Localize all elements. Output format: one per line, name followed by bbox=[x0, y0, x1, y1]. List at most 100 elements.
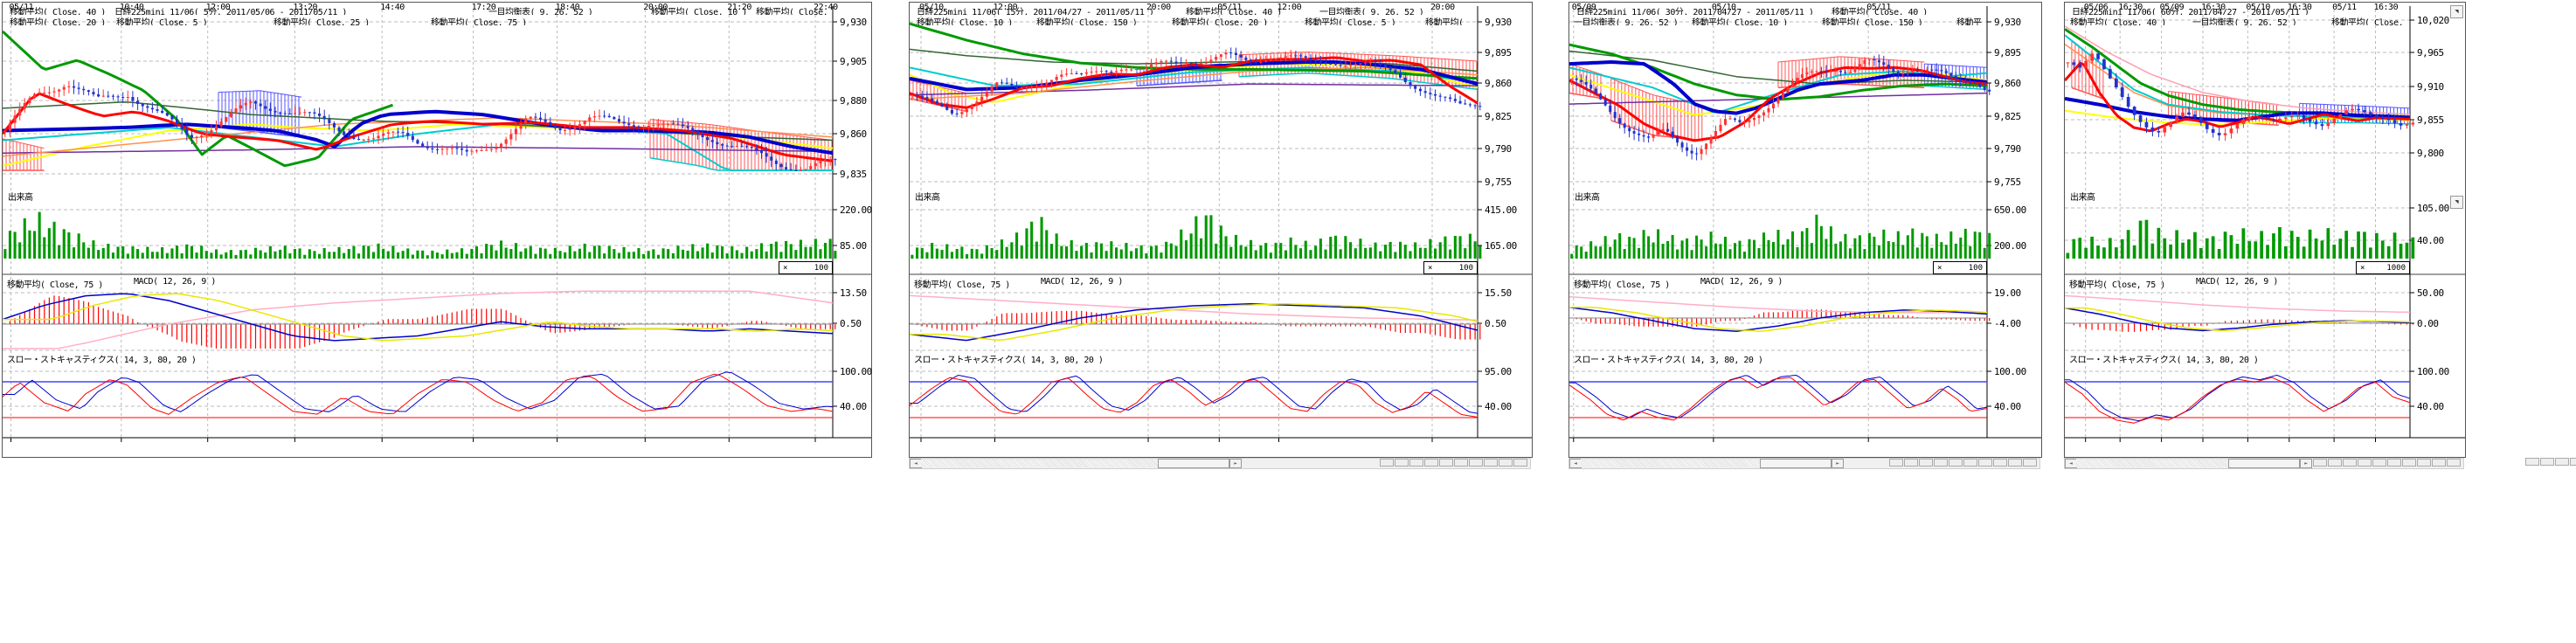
scrollbar-tile[interactable] bbox=[1484, 459, 1498, 467]
scrollbar-tile[interactable] bbox=[2387, 459, 2401, 467]
scrollbar-tile[interactable] bbox=[1889, 459, 1903, 467]
chart-plot-area[interactable] bbox=[1569, 3, 2041, 457]
scrollbar-tile[interactable] bbox=[1919, 459, 1933, 467]
scroll-left-button[interactable]: ◄ bbox=[2065, 459, 2077, 468]
volume-section-label: 出来高 bbox=[915, 190, 940, 203]
scrollbar-tile[interactable] bbox=[1934, 459, 1948, 467]
scrollbar-tile[interactable] bbox=[1978, 459, 1992, 467]
chart-legend-row: 移動平均( Close, 40 )一目均衡表( 9, 26, 52 )移動平均(… bbox=[2065, 15, 2406, 25]
scrollbar-tile[interactable] bbox=[2008, 459, 2022, 467]
time-axis-label: 12:00 bbox=[994, 3, 1018, 12]
scroll-right-button[interactable]: ► bbox=[2300, 459, 2312, 468]
scrollbar-tile[interactable] bbox=[2570, 458, 2576, 466]
volume-multiplier: ×100 bbox=[779, 261, 833, 274]
chart-corner-button[interactable]: ◥ bbox=[2450, 196, 2463, 209]
time-axis-label: 05/10 bbox=[1712, 3, 1736, 12]
volume-section-label: 出来高 bbox=[1575, 190, 1600, 203]
volume-axis-label: 200.00 bbox=[1994, 240, 2026, 252]
scrollbar-tile[interactable] bbox=[1904, 459, 1918, 467]
scrollbar-tile[interactable] bbox=[1963, 459, 1977, 467]
scrollbar-tile[interactable] bbox=[2343, 459, 2357, 467]
scrollbar-tiles[interactable] bbox=[2313, 459, 2462, 467]
scroll-left-button[interactable]: ◄ bbox=[910, 459, 922, 468]
chart-corner-button[interactable]: ◥ bbox=[2450, 5, 2463, 18]
volume-section-label: 出来高 bbox=[2070, 190, 2095, 203]
scrollbar-tiles-overflow[interactable] bbox=[2525, 458, 2576, 466]
price-axis-label: 10,020 bbox=[2417, 15, 2449, 26]
scrollbar-tile[interactable] bbox=[2432, 459, 2446, 467]
scrollbar-tile[interactable] bbox=[2023, 459, 2037, 467]
scrollbar-tile[interactable] bbox=[1454, 459, 1468, 467]
multiplier-value: 100 bbox=[1969, 264, 1983, 273]
scrollbar-tile[interactable] bbox=[1993, 459, 2007, 467]
scrollbar-tile[interactable] bbox=[1395, 459, 1409, 467]
multiplier-value: 1000 bbox=[2386, 264, 2406, 273]
scrollbar-tile[interactable] bbox=[2525, 458, 2539, 466]
scrollbar-track[interactable] bbox=[1581, 459, 1760, 467]
stoch-axis-label: 100.00 bbox=[1994, 366, 2026, 377]
scrollbar-tile[interactable] bbox=[2555, 458, 2569, 466]
scrollbar-tile[interactable] bbox=[2540, 458, 2554, 466]
scrollbar-track[interactable] bbox=[921, 459, 1158, 467]
chart-plot-area[interactable] bbox=[2065, 3, 2465, 457]
price-axis-label: 9,790 bbox=[1994, 143, 2021, 155]
trading-chart-workspace: { "workspace": {"background": "#ffffff"}… bbox=[0, 0, 2576, 643]
volume-axis-label: 220.00 bbox=[840, 204, 872, 216]
scrollbar-tile[interactable] bbox=[1380, 459, 1394, 467]
legend-item: 移動平均( Close, 10 ) bbox=[1692, 15, 1788, 25]
price-axis-label: 9,860 bbox=[1994, 78, 2021, 89]
time-axis-label: 20:00 bbox=[1430, 3, 1455, 12]
price-axis-label: 9,905 bbox=[840, 56, 867, 67]
scrollbar-thumb[interactable] bbox=[1158, 459, 1229, 468]
chart-panel-15min: 日経225mini 11/06( 15分, 2011/04/27 - 2011/… bbox=[909, 2, 1533, 458]
scrollbar-tile[interactable] bbox=[2447, 459, 2461, 467]
macd-section-label: MACD( 12, 26, 9 ) bbox=[1700, 277, 1783, 287]
price-axis-label: 9,895 bbox=[1485, 47, 1512, 59]
scrollbar-tile[interactable] bbox=[2417, 459, 2431, 467]
scrollbar-tile[interactable] bbox=[1424, 459, 1438, 467]
scrollbar-thumb[interactable] bbox=[1760, 459, 1832, 468]
scrollbar-tile[interactable] bbox=[1409, 459, 1423, 467]
chart-panel-30min: 日経225mini 11/06( 30分, 2011/04/27 - 2011/… bbox=[1568, 2, 2042, 458]
scrollbar-tile[interactable] bbox=[2358, 459, 2372, 467]
legend-item: 移動平均( Close, 20 ) bbox=[10, 15, 106, 25]
chart-legend-row: 一目均衡表( 9, 26, 52 )移動平均( Close, 10 )移動平均(… bbox=[1569, 15, 1984, 25]
scrollbar-tiles[interactable] bbox=[1889, 459, 2038, 467]
price-axis-label: 9,965 bbox=[2417, 47, 2444, 59]
scrollbar-tile[interactable] bbox=[1949, 459, 1963, 467]
legend-item: 移動平均( Close, 150 ) bbox=[1036, 15, 1137, 25]
stoch-section-label: スロー・ストキャスティクス( 14, 3, 80, 20 ) bbox=[2069, 352, 2258, 365]
scrollbar-tile[interactable] bbox=[1513, 459, 1527, 467]
scrollbar-tile[interactable] bbox=[2402, 459, 2416, 467]
multiply-icon: × bbox=[1428, 264, 1432, 273]
stoch-axis-label: 40.00 bbox=[1994, 401, 2021, 412]
scrollbar-tile[interactable] bbox=[2372, 459, 2386, 467]
scrollbar-tile[interactable] bbox=[1469, 459, 1483, 467]
macd-section-label: MACD( 12, 26, 9 ) bbox=[1041, 277, 1123, 287]
scrollbar-tile[interactable] bbox=[2313, 459, 2327, 467]
horizontal-scrollbar[interactable]: ◄► bbox=[2064, 458, 2464, 469]
volume-multiplier: ×1000 bbox=[2356, 261, 2410, 274]
chart-plot-area[interactable] bbox=[910, 3, 1532, 457]
macd-section-label: 移動平均( Close, 75 ) bbox=[7, 277, 103, 290]
scrollbar-tiles[interactable] bbox=[1380, 459, 1528, 467]
price-axis-label: 9,800 bbox=[2417, 148, 2444, 159]
chart-plot-area[interactable] bbox=[3, 3, 871, 457]
scrollbar-tile[interactable] bbox=[1499, 459, 1513, 467]
scroll-right-button[interactable]: ► bbox=[1229, 459, 1242, 468]
price-axis-label: 9,910 bbox=[2417, 81, 2444, 93]
time-axis-label: 17:20 bbox=[472, 3, 496, 12]
price-axis-label: 9,755 bbox=[1994, 176, 2021, 188]
scrollbar-tile[interactable] bbox=[1439, 459, 1453, 467]
horizontal-scrollbar[interactable]: ◄► bbox=[909, 458, 1531, 469]
scroll-left-button[interactable]: ◄ bbox=[1569, 459, 1582, 468]
scrollbar-track[interactable] bbox=[2076, 459, 2228, 467]
scrollbar-thumb[interactable] bbox=[2228, 459, 2300, 468]
time-axis-label: 21:20 bbox=[727, 3, 751, 12]
legend-item: 移動平均( Close, 10 ) bbox=[2331, 15, 2406, 25]
scrollbar-tile[interactable] bbox=[2328, 459, 2342, 467]
stoch-axis-label: 100.00 bbox=[2417, 366, 2449, 377]
horizontal-scrollbar[interactable]: ◄► bbox=[1568, 458, 2040, 469]
price-axis-label: 9,790 bbox=[1485, 143, 1512, 155]
scroll-right-button[interactable]: ► bbox=[1832, 459, 1844, 468]
